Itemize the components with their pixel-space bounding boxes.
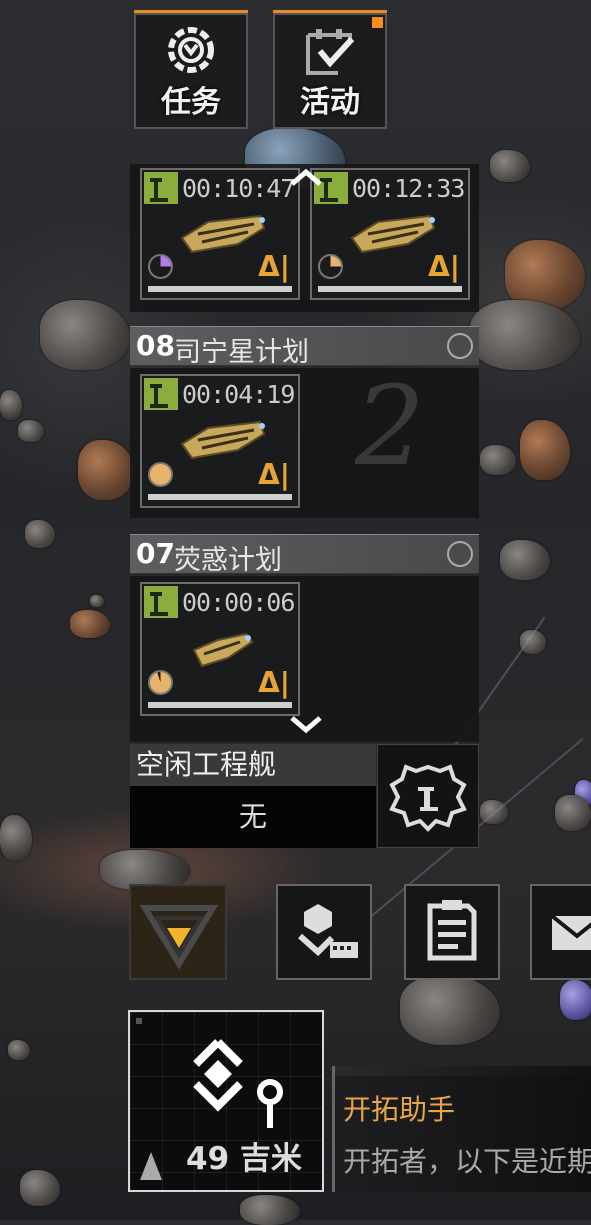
purple-asteroid xyxy=(560,980,591,1020)
plan-toggle-circle[interactable] xyxy=(447,541,473,567)
engineer-gear-icon xyxy=(389,764,467,832)
plan-ship-card[interactable]: 00:04:19 Δ| xyxy=(140,374,300,508)
build-icon xyxy=(298,904,358,958)
plan-slot-watermark: 2 xyxy=(355,362,425,490)
queue-timer: 00:10:47 xyxy=(182,174,295,203)
notes-icon xyxy=(427,900,477,961)
plan-timer: 00:04:19 xyxy=(182,380,295,409)
progress-pie xyxy=(148,670,173,695)
assistant-panel-top xyxy=(335,1066,591,1076)
ship-icon xyxy=(348,208,438,260)
collapse-button[interactable] xyxy=(129,884,227,980)
player-arrow-icon xyxy=(140,1152,162,1180)
asteroid xyxy=(25,520,55,548)
plan-header[interactable]: 07 荧惑计划 xyxy=(130,534,479,576)
idle-ships-panel: 空闲工程舰 无 xyxy=(130,744,376,848)
minimap-corner-dot xyxy=(136,1018,142,1024)
asteroid xyxy=(555,795,591,831)
progress-pie xyxy=(318,254,343,279)
asteroid xyxy=(500,540,550,580)
progress-pie xyxy=(148,254,173,279)
plan-header[interactable]: 08 司宁星计划 xyxy=(130,326,479,368)
asteroid xyxy=(40,300,130,370)
idle-ships-value: 无 xyxy=(130,786,376,848)
activity-button[interactable]: 活动 xyxy=(273,10,387,129)
tier-icon: Δ| xyxy=(258,458,290,491)
copper-asteroid xyxy=(520,420,570,480)
mail-button[interactable] xyxy=(530,884,591,980)
progress-bar xyxy=(148,702,292,708)
engineer-ship-icon xyxy=(144,172,178,204)
collapse-triangle-icon xyxy=(139,905,219,970)
progress-bar xyxy=(148,494,292,500)
minimap[interactable]: 49 吉米 xyxy=(128,1010,324,1192)
asteroid xyxy=(90,595,104,607)
mission-button[interactable]: 任务 xyxy=(134,10,248,129)
scroll-up-chevron-icon[interactable] xyxy=(288,166,324,192)
asteroid xyxy=(20,1170,60,1206)
asteroid xyxy=(490,150,530,182)
tier-icon: Δ| xyxy=(258,250,290,283)
asteroid xyxy=(400,975,500,1045)
activity-accent xyxy=(273,10,387,13)
scroll-down-chevron-icon[interactable] xyxy=(288,714,324,740)
engineer-ship-icon xyxy=(144,586,178,618)
asteroid xyxy=(480,445,516,475)
asteroid xyxy=(0,390,22,420)
notes-button[interactable] xyxy=(404,884,500,980)
plan-title: 司宁星计划 xyxy=(174,337,309,368)
progress-bar xyxy=(318,286,462,292)
plan-ship-card[interactable]: 00:00:06 Δ| xyxy=(140,582,300,716)
waypoint-icon xyxy=(193,1039,283,1128)
mission-accent xyxy=(134,10,248,13)
idle-ships-label: 空闲工程舰 xyxy=(130,744,376,786)
queue-card[interactable]: 00:12:33 Δ| xyxy=(310,168,470,300)
asteroid xyxy=(240,1195,300,1225)
tier-icon: Δ| xyxy=(258,666,290,699)
plan-toggle-circle[interactable] xyxy=(447,333,473,359)
plan-timer: 00:00:06 xyxy=(182,588,295,617)
assistant-name: 开拓助手 xyxy=(343,1093,456,1126)
assistant-message-panel[interactable]: 开拓助手 开拓者，以下是近期 xyxy=(332,1066,591,1192)
ship-icon xyxy=(188,624,258,678)
progress-pie xyxy=(148,462,173,487)
minimap-distance: 49 吉米 xyxy=(186,1141,302,1177)
asteroid xyxy=(18,420,44,442)
plan-number: 07 xyxy=(136,537,175,570)
activity-check-icon xyxy=(275,25,385,85)
mission-gear-icon xyxy=(136,25,246,83)
copper-asteroid xyxy=(78,440,134,500)
engineer-ship-icon xyxy=(144,378,178,410)
tier-icon: Δ| xyxy=(428,250,460,283)
plan-title: 荧惑计划 xyxy=(174,545,282,576)
queue-timer: 00:12:33 xyxy=(352,174,465,203)
queue-card[interactable]: 00:10:47 Δ| xyxy=(140,168,300,300)
progress-bar xyxy=(148,286,292,292)
build-button[interactable] xyxy=(276,884,372,980)
asteroid xyxy=(470,300,580,370)
ship-icon xyxy=(178,414,268,466)
assistant-message: 开拓者，以下是近期 xyxy=(343,1145,591,1178)
asteroid xyxy=(0,815,32,861)
engineer-gear-button[interactable] xyxy=(377,744,479,848)
activity-label: 活动 xyxy=(300,85,360,120)
mail-icon xyxy=(550,914,591,950)
asteroid xyxy=(8,1040,30,1060)
mission-label: 任务 xyxy=(161,85,221,120)
plan-number: 08 xyxy=(136,329,175,362)
ship-icon xyxy=(178,208,268,260)
copper-asteroid xyxy=(70,610,110,638)
